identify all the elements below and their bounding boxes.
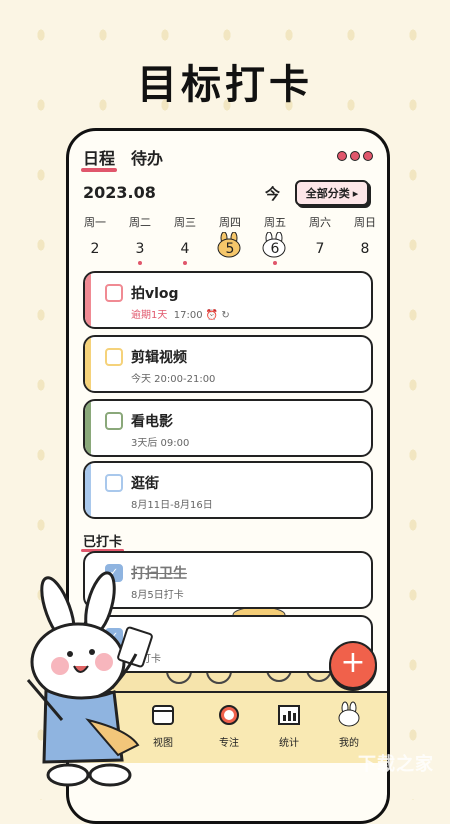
day-cell[interactable]: 周一 2 [75,215,115,259]
done-section-title: 已打卡 [81,535,125,552]
day-number-text: 8 [360,241,370,257]
day-number-text: 6 [270,241,280,257]
task-card[interactable]: 剪辑视频今天 20:00-21:00 [83,335,373,393]
watermark: 下载之家 [358,754,434,775]
day-number: 8 [345,239,385,259]
overdue-label: 逾期1天 [131,310,168,321]
page-headline: 目标打卡 [137,62,313,108]
task-color-bar [85,463,91,517]
day-number-text: 5 [225,241,235,257]
day-of-week-label: 周一 [84,216,106,229]
task-title: 拍vlog [131,286,179,302]
task-checkbox[interactable] [105,284,123,302]
task-color-bar [85,401,91,455]
day-cell[interactable]: 周三 4 [165,215,205,265]
category-filter-button[interactable]: 全部分类 ▸ [295,180,369,206]
event-dot [138,261,142,265]
alarm-clock-icon [216,705,242,734]
task-title: 逛街 [131,476,159,492]
task-checkbox[interactable] [105,412,123,430]
day-number: 6 [255,232,295,259]
day-cell[interactable]: 周二 3 [120,215,160,265]
nav-item[interactable]: 统计 [259,701,319,749]
day-number: 7 [300,239,340,259]
tab-todo[interactable]: 待办 [131,145,163,169]
day-of-week-label: 周二 [129,216,151,229]
more-icon[interactable] [337,151,373,161]
today-button[interactable]: 今 [265,183,280,204]
tab-schedule[interactable]: 日程 [81,145,118,172]
month-label: 2023.08 [83,183,156,202]
task-time: 今天 20:00-21:00 [131,374,216,385]
task-subtitle: 逾期1天 17:00 ⏰ ↻ [131,306,230,321]
day-of-week-label: 周四 [219,216,241,229]
alarm-icon: ⏰ [205,310,219,321]
day-number-text: 3 [135,241,145,257]
repeat-icon: ↻ [221,310,230,321]
task-color-bar [85,337,91,391]
task-card[interactable]: 逛街 8月11日-8月16日 [83,461,373,519]
day-number: 3 [120,239,160,259]
day-of-week-label: 周日 [354,216,376,229]
add-task-button[interactable]: + [329,641,377,689]
task-checkbox[interactable] [105,474,123,492]
nav-label: 专注 [219,738,239,749]
task-subtitle: 3天后 09:00 [131,434,189,449]
chart-icon [276,705,302,734]
task-card[interactable]: 看电影 3天后 09:00 [83,399,373,457]
day-number: 2 [75,239,115,259]
nav-label: 我的 [339,738,359,749]
task-checkbox[interactable] [105,348,123,366]
nav-item[interactable]: 我的 [319,701,379,749]
bunny-icon [336,701,362,734]
bunny-mascot-illustration [26,571,153,787]
day-of-week-label: 周三 [174,216,196,229]
day-cell[interactable]: 周五 6 [255,215,295,265]
day-number-text: 4 [180,241,190,257]
top-bar: 日程 待办 [81,145,373,172]
day-cell[interactable]: 周四 5 [210,215,250,259]
event-dot [183,261,187,265]
triangle-right-icon: ▸ [352,186,359,200]
task-time: 3天后 09:00 [131,438,190,449]
day-number: 4 [165,239,205,259]
day-number-text: 2 [90,241,100,257]
task-time: 8月11日-8月16日 [131,500,213,511]
task-title: 剪辑视频 [131,350,187,366]
nav-label: 统计 [279,738,299,749]
task-time: 17:00 [173,310,203,321]
task-color-bar [85,273,91,327]
task-subtitle: 今天 20:00-21:00 [131,370,215,385]
day-number: 5 [210,232,250,259]
day-number-text: 7 [315,241,325,257]
task-card[interactable]: 拍vlog 逾期1天 17:00 ⏰ ↻ [83,271,373,329]
day-cell[interactable]: 周六 7 [300,215,340,259]
day-of-week-label: 周五 [264,216,286,229]
day-of-week-label: 周六 [309,216,331,229]
task-subtitle: 8月11日-8月16日 [131,496,213,511]
nav-item[interactable]: 专注 [199,701,259,749]
week-strip: 周一 2 周二 3 周三 4 周四 5 周五 6 周六 7 周日 8 [71,215,385,269]
task-title: 看电影 [131,414,173,430]
event-dot [273,261,277,265]
day-cell[interactable]: 周日 8 [345,215,385,259]
